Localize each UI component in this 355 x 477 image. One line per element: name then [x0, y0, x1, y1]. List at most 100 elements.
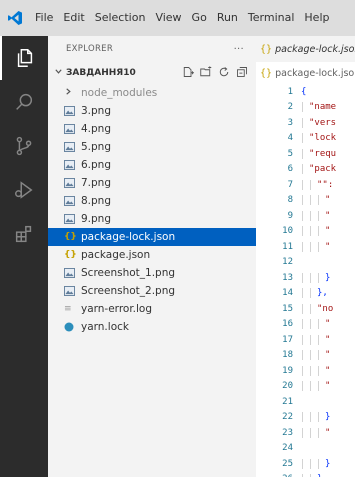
code-line[interactable]: 14}, [256, 286, 355, 302]
code-line[interactable]: 23 " [256, 425, 355, 441]
line-number: 18 [282, 350, 293, 361]
code-line[interactable]: 4 "lock [256, 131, 355, 147]
image-file-icon [64, 106, 77, 116]
code-line[interactable]: 18 " [256, 348, 355, 364]
new-file-icon[interactable] [182, 66, 194, 81]
file-item[interactable]: 9.png [48, 210, 256, 228]
indent-guide [318, 334, 319, 345]
code-line[interactable]: 22} [256, 410, 355, 426]
image-file-icon [64, 196, 77, 206]
menu-terminal[interactable]: Terminal [243, 0, 300, 36]
code-text: " [301, 350, 331, 361]
code-token: " [325, 381, 331, 392]
breadcrumb-file[interactable]: package-lock.json [275, 68, 355, 79]
code-line[interactable]: 8 " [256, 193, 355, 209]
code-text: "vers [301, 117, 337, 128]
file-item[interactable]: yarn.lock [48, 318, 256, 336]
menu-file[interactable]: File [30, 0, 58, 36]
tab-bar: {} package-lock.json [256, 36, 355, 62]
menu-help[interactable]: Help [299, 0, 334, 36]
file-item[interactable]: 8.png [48, 192, 256, 210]
file-item[interactable]: 3.png [48, 102, 256, 120]
extensions-icon[interactable] [0, 212, 48, 256]
menu-go[interactable]: Go [187, 0, 212, 36]
file-item[interactable]: 6.png [48, 156, 256, 174]
code-token: " [325, 226, 331, 237]
menu-edit[interactable]: Edit [58, 0, 89, 36]
code-token: " [325, 241, 331, 252]
file-label: 8.png [81, 195, 112, 207]
folder-item[interactable]: node_modules [48, 84, 256, 102]
file-label: 9.png [81, 213, 112, 225]
code-line[interactable]: 26}, [256, 472, 355, 477]
indent-guide [302, 365, 303, 376]
file-item[interactable]: 4.png [48, 120, 256, 138]
explorer-icon[interactable] [0, 36, 48, 80]
collapse-all-icon[interactable] [236, 66, 248, 81]
line-number: 7 [287, 179, 293, 190]
code-line[interactable]: 1{ [256, 84, 355, 100]
code-line[interactable]: 13} [256, 270, 355, 286]
code-line[interactable]: 7 "": [256, 177, 355, 193]
source-control-icon[interactable] [0, 124, 48, 168]
code-line[interactable]: 16 " [256, 317, 355, 333]
code-line[interactable]: 5 "requ [256, 146, 355, 162]
menu-view[interactable]: View [150, 0, 186, 36]
code-line[interactable]: 15 "no [256, 301, 355, 317]
code-line[interactable]: 21 [256, 394, 355, 410]
indent-guide [318, 412, 319, 423]
editor-tab-label[interactable]: package-lock.json [275, 44, 355, 55]
code-text: " [301, 226, 331, 237]
code-line[interactable]: 17 " [256, 332, 355, 348]
code-text: " [301, 195, 330, 206]
line-number: 15 [282, 303, 293, 314]
file-item[interactable]: 7.png [48, 174, 256, 192]
indent-guide [318, 350, 319, 361]
new-folder-icon[interactable] [200, 65, 212, 81]
indent-guide [310, 334, 311, 345]
run-debug-icon[interactable] [0, 168, 48, 212]
code-token: " [325, 427, 331, 438]
code-line[interactable]: 20 " [256, 379, 355, 395]
line-number: 22 [282, 412, 293, 423]
code-token: "vers [309, 117, 337, 128]
file-item[interactable]: Screenshot_1.png [48, 264, 256, 282]
menu-selection[interactable]: Selection [90, 0, 151, 36]
code-line[interactable]: 2 "name [256, 100, 355, 116]
workspace-folder[interactable]: ЗАВДАННЯ10 [48, 62, 256, 84]
code-token: " [325, 210, 331, 221]
menu-run[interactable]: Run [212, 0, 243, 36]
code-line[interactable]: 9 " [256, 208, 355, 224]
file-item[interactable]: 5.png [48, 138, 256, 156]
code-line[interactable]: 19 " [256, 363, 355, 379]
code-token: " [325, 350, 331, 361]
line-number: 12 [282, 257, 293, 268]
search-icon[interactable] [0, 80, 48, 124]
indent-guide [310, 427, 311, 438]
indent-guide [318, 381, 319, 392]
file-item[interactable]: {} package-lock.json [48, 228, 256, 246]
file-item[interactable]: {} package.json [48, 246, 256, 264]
code-line[interactable]: 10 " [256, 224, 355, 240]
code-line[interactable]: 11 " [256, 239, 355, 255]
code-line[interactable]: 24 [256, 441, 355, 457]
file-item[interactable]: ≡ yarn-error.log [48, 300, 256, 318]
indent-guide [302, 334, 303, 345]
indent-guide [310, 412, 311, 423]
code-line[interactable]: 12 [256, 255, 355, 271]
json-file-icon: {} [64, 232, 77, 242]
code-line[interactable]: 3 "vers [256, 115, 355, 131]
code-text: " [301, 241, 331, 252]
code-text: " [301, 381, 331, 392]
code-text: { [301, 87, 306, 97]
refresh-icon[interactable] [218, 66, 230, 81]
code-line[interactable]: 6 "pack [256, 162, 355, 178]
file-item[interactable]: Screenshot_2.png [48, 282, 256, 300]
indent-guide [302, 117, 303, 128]
code-token: " [325, 365, 331, 376]
file-label: package.json [81, 249, 151, 261]
indent-guide [310, 241, 311, 252]
more-actions-icon[interactable]: ··· [234, 44, 244, 55]
code-token: "name [309, 102, 337, 113]
code-line[interactable]: 25} [256, 456, 355, 472]
